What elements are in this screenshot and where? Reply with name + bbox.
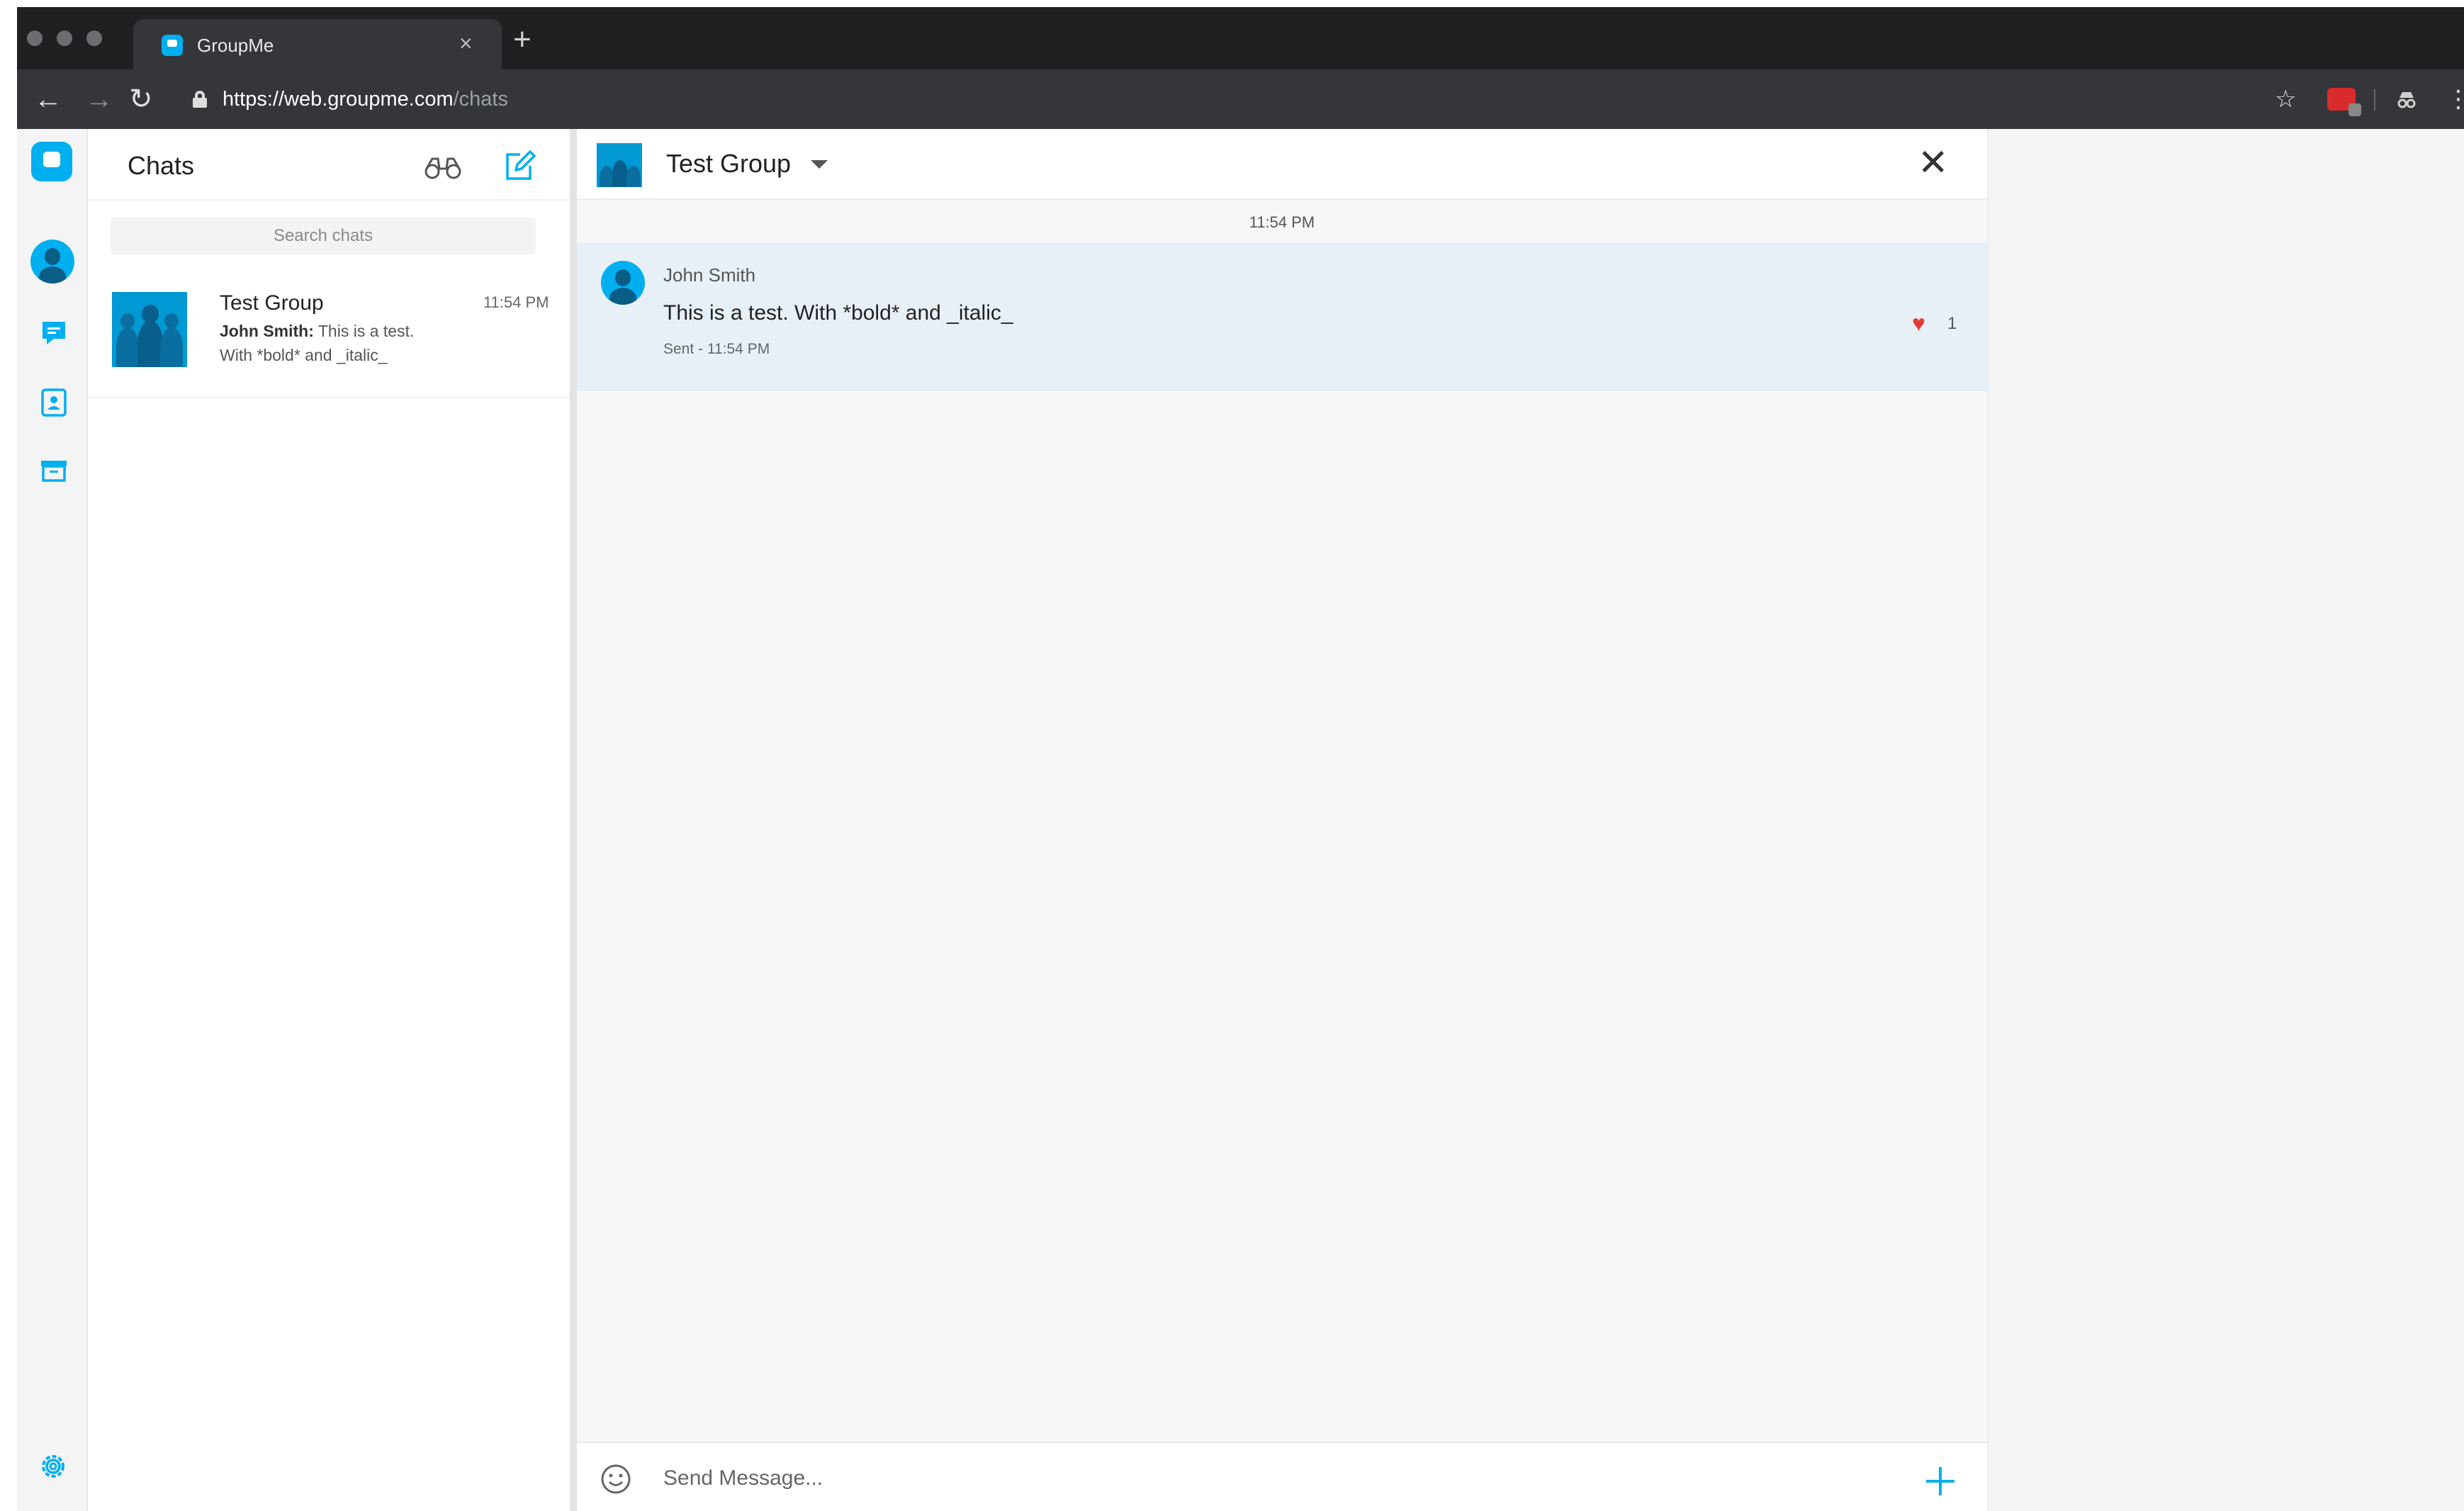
right-empty-pane [1987,129,2464,1511]
like-count: 1 [1947,314,1957,333]
chat-list-panel: Chats Search chats Test Group 11:54 PM J… [88,129,570,1511]
browser-menu-icon[interactable]: ⋮ [2446,84,2464,115]
conversation-panel: Test Group ✕ 11:54 PM John Smith This is… [577,129,1987,1511]
panel-divider[interactable] [570,129,577,1511]
groupme-logo-icon[interactable] [31,142,72,181]
extension-icon[interactable] [2327,88,2361,116]
preview-author: John Smith: [220,322,314,340]
address-bar[interactable]: https://web.groupme.com/chats [223,85,508,113]
window-zoom-dot[interactable] [86,30,102,46]
tab-close-icon[interactable]: × [459,30,473,56]
url-host: https://web.groupme.com [223,88,454,111]
browser-window: GroupMe × + ← → ↻ https://web.groupme.co… [17,7,2464,1511]
url-path: /chats [453,88,508,111]
toolbar-separator [2374,89,2375,111]
message-author: John Smith [663,264,756,286]
plus-icon[interactable] [1923,1464,1957,1498]
window-close-dot[interactable] [27,30,43,46]
contacts-icon[interactable] [38,387,69,418]
back-icon[interactable]: ← [34,79,62,119]
chat-preview: John Smith: This is a test. With *bold* … [220,319,461,367]
bookmark-star-icon[interactable]: ☆ [2275,84,2296,115]
message-day-timestamp: 11:54 PM [1249,213,1315,231]
preview-line-1: This is a test. [317,322,415,340]
heart-like-icon[interactable]: ♥ [1912,310,1925,336]
window-minimize-dot[interactable] [57,30,72,46]
chat-list-item-test-group[interactable]: Test Group 11:54 PM John Smith: This is … [88,271,570,398]
chats-title: Chats [128,151,195,180]
groupme-favicon-icon [162,35,183,56]
incognito-icon[interactable] [2395,88,2418,111]
message-text: This is a test. With *bold* and _italic_ [663,301,1013,325]
tab-bar: GroupMe × + [17,7,2464,69]
groupme-app: Chats Search chats Test Group 11:54 PM J… [17,129,2464,1511]
close-conversation-icon[interactable]: ✕ [1918,142,1949,184]
emoji-icon[interactable] [600,1463,632,1495]
group-avatar [112,292,187,367]
message-author-avatar[interactable] [601,261,645,305]
nav-rail [17,129,88,1511]
browser-tab[interactable]: GroupMe × [133,19,502,69]
conversation-title[interactable]: Test Group [666,146,791,181]
new-tab-button[interactable]: + [513,24,531,55]
message-row[interactable]: John Smith This is a test. With *bold* a… [577,242,1987,391]
browser-toolbar: ← → ↻ https://web.groupme.com/chats ☆ ⋮ [17,69,2464,129]
tab-title: GroupMe [197,35,274,56]
chat-time: 11:54 PM [483,293,549,311]
preview-line-2: With *bold* and _italic_ [220,346,388,364]
conversation-header: Test Group ✕ [577,129,1987,200]
message-composer [577,1442,1987,1511]
reload-icon[interactable]: ↻ [129,79,153,119]
compose-icon[interactable] [502,149,537,184]
profile-avatar[interactable] [30,240,74,283]
search-chats-input[interactable] [111,218,536,254]
list-divider-line [88,199,570,201]
chat-name: Test Group [220,291,324,315]
settings-icon[interactable] [35,1449,71,1484]
chevron-down-icon[interactable] [811,160,828,169]
send-message-input[interactable] [662,1459,1796,1498]
message-status: Sent - 11:54 PM [663,341,770,357]
forward-icon[interactable]: → [85,79,113,119]
archive-icon[interactable] [38,455,69,486]
group-avatar-small[interactable] [597,143,642,187]
lock-icon [193,91,207,108]
chats-icon[interactable] [38,318,69,349]
binoculars-icon[interactable] [422,155,463,180]
